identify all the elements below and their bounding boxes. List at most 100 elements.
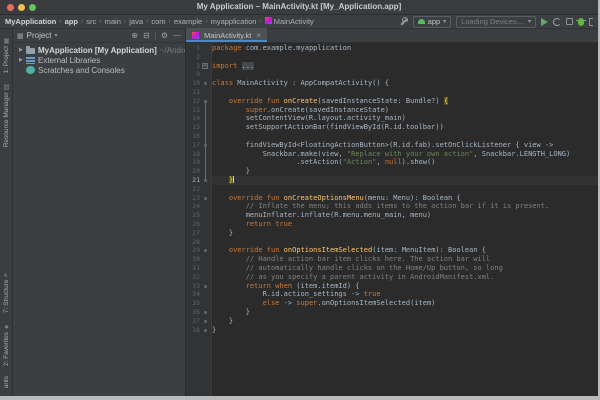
profile-icon[interactable] xyxy=(589,18,593,26)
code-line[interactable]: 17 findViewById<FloatingActionButton>(R.… xyxy=(186,141,598,150)
line-number[interactable]: 23 xyxy=(186,194,200,203)
close-tab-icon[interactable]: × xyxy=(256,31,261,40)
run-button[interactable] xyxy=(541,18,548,26)
line-number[interactable]: 2 xyxy=(186,53,200,62)
fold-marker-icon[interactable] xyxy=(204,249,207,252)
line-number[interactable]: 26 xyxy=(186,220,200,229)
fold-marker-icon[interactable] xyxy=(204,82,207,85)
debug-button[interactable] xyxy=(578,18,584,26)
sidebar-item-resource-manager[interactable]: Resource Manager▤ xyxy=(3,83,10,147)
code-line[interactable]: 32 // as you specify a parent activity i… xyxy=(186,273,598,282)
hide-panel-icon[interactable]: — xyxy=(173,31,181,40)
code-line[interactable]: 23 override fun onCreateOptionsMenu(menu… xyxy=(186,194,598,203)
fold-marker-icon[interactable] xyxy=(204,311,207,314)
breadcrumb-item[interactable]: example xyxy=(174,17,202,26)
fold-column[interactable] xyxy=(200,176,212,185)
code-line[interactable]: 19 .setAction("Action", null).show() xyxy=(186,158,598,167)
fold-column[interactable] xyxy=(200,308,212,317)
breadcrumb-item[interactable]: java xyxy=(129,17,143,26)
chevron-down-icon[interactable]: ▾ xyxy=(55,33,58,39)
fold-marker-icon[interactable]: + xyxy=(202,63,208,69)
breadcrumb-item[interactable]: src xyxy=(86,17,96,26)
line-number[interactable]: 11 xyxy=(186,88,200,97)
fold-marker-icon[interactable] xyxy=(204,197,207,200)
fold-column[interactable] xyxy=(200,79,212,88)
fold-column[interactable]: + xyxy=(200,62,212,71)
fold-column[interactable] xyxy=(200,141,212,150)
breadcrumb-item[interactable]: main xyxy=(105,17,121,26)
breadcrumb-item[interactable]: MainActivity xyxy=(265,17,314,26)
tree-item[interactable]: ▶MyApplication [My Application]~/Android xyxy=(13,45,185,55)
line-number[interactable]: 31 xyxy=(186,264,200,273)
fold-marker-icon[interactable] xyxy=(204,285,207,288)
sidebar-item-1-project[interactable]: 1: Project▦ xyxy=(3,37,10,73)
project-view-selector[interactable]: Project xyxy=(27,31,52,40)
code-line[interactable]: 9 xyxy=(186,70,598,79)
tab-mainactivity[interactable]: MainActivity.kt × xyxy=(186,28,267,42)
line-number[interactable]: 14 xyxy=(186,114,200,123)
line-number[interactable]: 17 xyxy=(186,141,200,150)
breadcrumb-item[interactable]: com xyxy=(151,17,165,26)
code-line[interactable]: 26 return true xyxy=(186,220,598,229)
line-number[interactable]: 3 xyxy=(186,62,200,71)
code-line[interactable]: 11 xyxy=(186,88,598,97)
line-number[interactable]: 34 xyxy=(186,290,200,299)
line-number[interactable]: 38 xyxy=(186,326,200,335)
code-line[interactable]: 14 setContentView(R.layout.activity_main… xyxy=(186,114,598,123)
code-line[interactable]: 30 // Handle action bar item clicks here… xyxy=(186,255,598,264)
code-line[interactable]: 35 else -> super.onOptionsItemSelected(i… xyxy=(186,299,598,308)
code-line[interactable]: 24 // Inflate the menu; this adds items … xyxy=(186,202,598,211)
line-number[interactable]: 15 xyxy=(186,123,200,132)
wrench-icon[interactable] xyxy=(399,17,408,26)
line-number[interactable]: 1 xyxy=(186,44,200,53)
code-line[interactable]: 37 } xyxy=(186,317,598,326)
line-number[interactable]: 24 xyxy=(186,202,200,211)
code-line[interactable]: 38} xyxy=(186,326,598,335)
line-number[interactable]: 20 xyxy=(186,167,200,176)
code-line[interactable]: 1package com.example.myapplication xyxy=(186,44,598,53)
collapse-all-icon[interactable]: ⊟ xyxy=(143,31,150,40)
line-number[interactable]: 28 xyxy=(186,238,200,247)
line-number[interactable]: 18 xyxy=(186,150,200,159)
line-number[interactable]: 36 xyxy=(186,308,200,317)
line-number[interactable]: 30 xyxy=(186,255,200,264)
line-number[interactable]: 37 xyxy=(186,317,200,326)
code-line[interactable]: 13 super.onCreate(savedInstanceState) xyxy=(186,106,598,115)
expand-arrow-icon[interactable]: ▶ xyxy=(19,57,26,63)
sidebar-item-ants[interactable]: ants xyxy=(3,376,10,388)
apply-changes-icon[interactable] xyxy=(553,18,561,26)
sidebar-item-2-favorites[interactable]: 2: Favorites★ xyxy=(3,323,10,366)
code-line[interactable]: 33 return when (item.itemId) { xyxy=(186,282,598,291)
device-select[interactable]: Loading Devices.... ▾ xyxy=(456,16,536,28)
breadcrumb-item[interactable]: MyApplication xyxy=(5,17,56,26)
apply-code-changes-icon[interactable] xyxy=(566,18,573,25)
line-number[interactable]: 29 xyxy=(186,246,200,255)
fold-marker-icon[interactable] xyxy=(204,329,207,332)
line-number[interactable]: 12 xyxy=(186,97,200,106)
code-line[interactable]: 29 override fun onOptionsItemSelected(it… xyxy=(186,246,598,255)
code-line[interactable]: 22 xyxy=(186,185,598,194)
breadcrumb-item[interactable]: myapplication xyxy=(211,17,257,26)
fold-column[interactable] xyxy=(200,97,212,106)
line-number[interactable]: 35 xyxy=(186,299,200,308)
fold-column[interactable] xyxy=(200,282,212,291)
code-line[interactable]: 10class MainActivity : AppCompatActivity… xyxy=(186,79,598,88)
fold-column[interactable] xyxy=(200,317,212,326)
code-line[interactable]: 20 } xyxy=(186,167,598,176)
line-number[interactable]: 16 xyxy=(186,132,200,141)
code-line[interactable]: 36 } xyxy=(186,308,598,317)
code-line[interactable]: 2 xyxy=(186,53,598,62)
run-configuration-select[interactable]: app ▾ xyxy=(413,16,452,28)
fold-marker-icon[interactable] xyxy=(204,320,207,323)
sidebar-item-7-structure[interactable]: 7: Structure≡ xyxy=(3,274,10,313)
code-editor[interactable]: 1package com.example.myapplication23+imp… xyxy=(186,43,598,396)
line-number[interactable]: 25 xyxy=(186,211,200,220)
code-line[interactable]: 21 } xyxy=(186,176,598,185)
code-line[interactable]: 27 } xyxy=(186,229,598,238)
code-line[interactable]: 12 override fun onCreate(savedInstanceSt… xyxy=(186,97,598,106)
code-line[interactable]: 25 menuInflater.inflate(R.menu.menu_main… xyxy=(186,211,598,220)
code-line[interactable]: 28 xyxy=(186,238,598,247)
line-number[interactable]: 13 xyxy=(186,106,200,115)
code-line[interactable]: 15 setSupportActionBar(findViewById(R.id… xyxy=(186,123,598,132)
line-number[interactable]: 33 xyxy=(186,282,200,291)
